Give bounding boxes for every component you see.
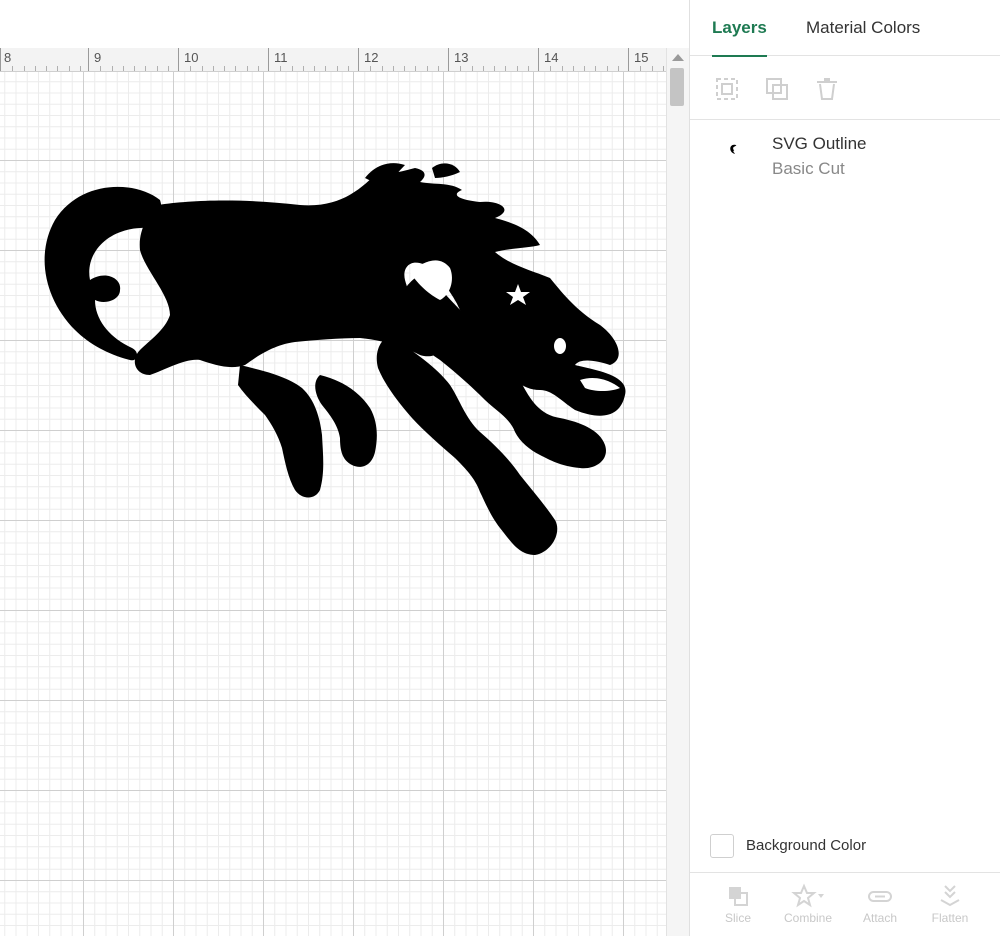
background-color-swatch[interactable] [710, 834, 734, 858]
group-icon[interactable] [714, 76, 740, 102]
flatten-icon [940, 885, 960, 907]
background-color-label: Background Color [746, 837, 867, 854]
layer-thumbnail-icon [730, 144, 737, 154]
duplicate-icon[interactable] [764, 76, 790, 102]
attach-button[interactable]: Attach [850, 881, 910, 935]
background-color-row[interactable]: Background Color [710, 832, 990, 860]
ruler-label: 15 [634, 50, 649, 65]
ruler-label: 12 [364, 50, 379, 65]
ruler-label: 8 [4, 50, 12, 65]
scrollbar-thumb[interactable] [670, 68, 684, 106]
design-canvas[interactable]: 8 9 10 11 12 13 14 15 [0, 0, 689, 936]
ruler-label: 14 [544, 50, 559, 65]
layer-toolbar [690, 56, 1000, 120]
combine-label: Combine [783, 911, 833, 925]
panel-tabs: Layers Material Colors [690, 0, 1000, 57]
layers-panel: Layers Material Colors SVG Outline Basic… [689, 0, 1000, 936]
combine-icon [791, 883, 824, 908]
horse-silhouette-design[interactable] [40, 160, 640, 560]
tab-layers[interactable]: Layers [712, 0, 767, 57]
scroll-up-arrow-icon[interactable] [672, 54, 684, 61]
layer-item-svg-outline[interactable]: SVG Outline Basic Cut [720, 130, 990, 186]
slice-icon [729, 887, 748, 906]
horizontal-ruler: 8 9 10 11 12 13 14 15 [0, 48, 666, 72]
flatten-label: Flatten [931, 911, 969, 925]
ruler-label: 9 [94, 50, 102, 65]
vertical-scrollbar[interactable] [666, 48, 689, 936]
attach-icon [868, 891, 892, 902]
ruler-label: 10 [184, 50, 199, 65]
combine-button[interactable]: Combine [778, 881, 838, 935]
layer-actions-bar: Slice Combine Attach Flatten [690, 872, 1000, 936]
attach-label: Attach [862, 911, 898, 925]
layer-name: SVG Outline [772, 134, 867, 153]
layer-operation: Basic Cut [772, 159, 845, 178]
ruler-label: 13 [454, 50, 469, 65]
flatten-button[interactable]: Flatten [920, 881, 980, 935]
delete-icon[interactable] [814, 76, 840, 102]
ruler-label: 11 [274, 50, 288, 65]
slice-button[interactable]: Slice [708, 881, 768, 935]
tab-material-colors[interactable]: Material Colors [806, 0, 920, 56]
slice-label: Slice [724, 911, 751, 925]
